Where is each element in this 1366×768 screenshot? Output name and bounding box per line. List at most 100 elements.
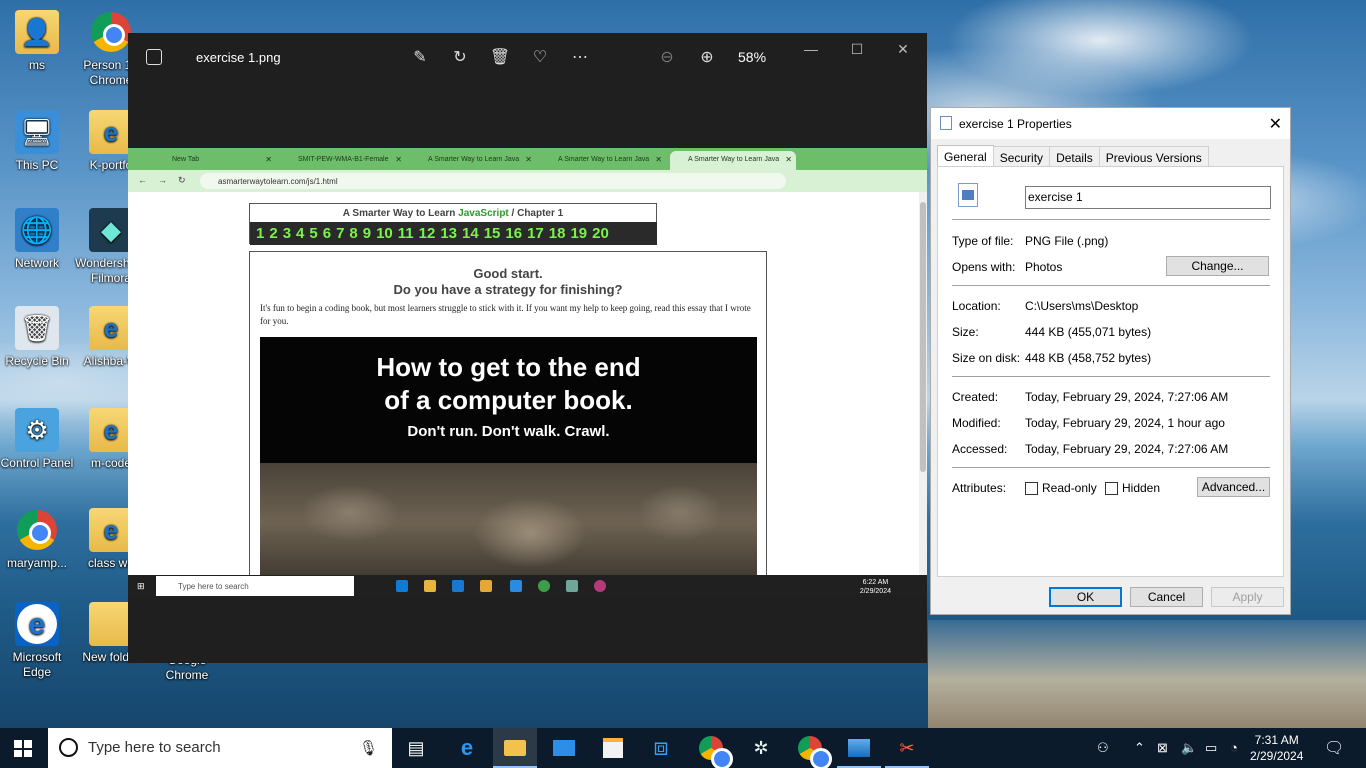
divider	[952, 219, 1270, 220]
book-title-chapter: / Chapter 1	[511, 208, 564, 219]
tab-general[interactable]: General	[937, 145, 994, 167]
hidden-label: Hidden	[1122, 481, 1161, 495]
desktop-icon-label: Control Panel	[0, 456, 74, 470]
hidden-checkbox[interactable]	[1105, 482, 1118, 495]
chatgpt-icon[interactable]: ✲	[748, 736, 774, 760]
chapter-link: 10	[376, 225, 393, 242]
edge-file-icon: e	[89, 508, 133, 552]
created-value: Today, February 29, 2024, 7:27:06 AM	[1025, 390, 1229, 404]
search-placeholder: Type here to search	[88, 739, 221, 756]
snipping-tool-icon[interactable]: ✂	[894, 736, 920, 760]
browser-address-bar: ← → ↻ asmarterwaytolearn.com/js/1.html	[128, 170, 927, 192]
desktop-icon-control-panel[interactable]: ⚙ Control Panel	[0, 408, 74, 471]
windows-icon: ⊞	[137, 581, 145, 591]
photos-titlebar: exercise 1.png ✎ ↻ 🗑 ♡ ⋯ ⊖ ⊕ 58% — ☐ ✕	[128, 33, 927, 81]
notification-icon[interactable]: 🗨	[1324, 738, 1344, 758]
desktop-icon-ms[interactable]: 👤 ms	[0, 10, 74, 73]
web-page: A Smarter Way to Learn JavaScript / Chap…	[128, 192, 927, 582]
tab-label: New Tab	[172, 156, 200, 163]
clock-time: 7:31 AM	[1254, 733, 1299, 747]
zoom-out-icon[interactable]: ⊖	[656, 47, 678, 69]
delete-icon[interactable]: 🗑	[489, 47, 511, 69]
desktop-icon-this-pc[interactable]: 🖥 This PC	[0, 110, 74, 173]
readonly-checkbox[interactable]	[1025, 482, 1038, 495]
file-icon	[940, 116, 952, 130]
start-button[interactable]	[14, 740, 32, 757]
maximize-button[interactable]: ☐	[842, 41, 872, 61]
image-canvas: New Tab ✕ SMIT-PEW-WMA-B1-Female ✕ A Smart…	[128, 148, 927, 597]
chevron-up-icon[interactable]: ⌃	[1134, 740, 1145, 756]
chrome-icon[interactable]	[698, 736, 733, 768]
apply-button[interactable]: Apply	[1211, 587, 1284, 607]
photos-icon[interactable]	[846, 736, 872, 760]
article-heading-1: Good start.	[473, 266, 543, 281]
screenshot-taskbar: ⊞ Type here to search 6:22 AM 2/29/2024	[128, 575, 927, 597]
hero-line-3: Don't run. Don't walk. Crawl.	[407, 423, 610, 440]
hero-line-1: How to get to the end	[376, 352, 641, 382]
tab-details[interactable]: Details	[1049, 146, 1100, 167]
chapter-link: 2	[269, 225, 278, 242]
chapter-link: 3	[282, 225, 292, 242]
browser-tab: SMIT-PEW-WMA-B1-Female ✕	[280, 151, 406, 170]
tab-security[interactable]: Security	[992, 146, 1051, 167]
divider	[952, 376, 1270, 377]
desktop-icon-edge[interactable]: e Microsoft Edge	[0, 602, 74, 680]
clock-date: 2/29/2024	[1250, 749, 1304, 763]
people-icon[interactable]: ⚇	[1097, 740, 1109, 756]
zoom-in-icon[interactable]: ⊕	[696, 47, 718, 69]
readonly-label: Read-only	[1042, 481, 1097, 495]
microphone-icon[interactable]: 🎙	[359, 739, 378, 757]
close-icon: ✕	[265, 155, 272, 164]
type-label: Type of file:	[952, 234, 1014, 248]
cancel-button[interactable]: Cancel	[1130, 587, 1203, 607]
tab-label: A Smarter Way to Learn Java	[688, 156, 780, 163]
chrome-shortcut-icon	[89, 10, 133, 54]
battery-icon[interactable]: ▭	[1205, 740, 1217, 756]
edge-icon[interactable]: e	[454, 735, 480, 760]
mail-icon[interactable]	[551, 736, 577, 760]
favorite-icon[interactable]: ♡	[529, 47, 551, 69]
chapter-link: 17	[527, 225, 544, 242]
file-explorer-icon[interactable]	[502, 736, 528, 760]
task-view-icon[interactable]: ▤	[403, 736, 429, 760]
store-icon[interactable]	[600, 736, 626, 760]
browser-tab: A Smarter Way to Learn Java ✕	[540, 151, 666, 170]
modified-label: Modified:	[952, 416, 1001, 430]
minimize-button[interactable]: —	[796, 41, 826, 61]
more-icon[interactable]: ⋯	[569, 47, 591, 69]
taskbar-clock[interactable]: 7:31 AM 2/29/2024	[1250, 732, 1303, 764]
desktop-icon-maryamp[interactable]: maryamp...	[0, 508, 74, 571]
chrome-profile-icon[interactable]	[797, 736, 832, 768]
taskbar-search[interactable]: Type here to search 🎙	[48, 728, 392, 768]
browser-tab-active: A Smarter Way to Learn Java ✕	[670, 151, 796, 170]
forward-icon: →	[158, 175, 167, 185]
advanced-button[interactable]: Advanced...	[1197, 477, 1270, 497]
wifi-icon[interactable]: ◔	[1230, 740, 1238, 755]
network-status-icon[interactable]: ⊠	[1157, 740, 1168, 756]
desktop-icon-label: Recycle Bin	[5, 354, 69, 368]
network-icon: 🌐	[15, 208, 59, 252]
edit-icon[interactable]: ✎	[409, 47, 431, 69]
desktop-icon-recycle-bin[interactable]: 🗑 Recycle Bin	[0, 306, 74, 369]
vscode-icon[interactable]: ⧈	[648, 734, 674, 761]
search-icon	[59, 738, 78, 757]
location-value: C:\Users\ms\Desktop	[1025, 299, 1139, 313]
crawling-people-photo	[260, 463, 757, 582]
ok-button[interactable]: OK	[1049, 587, 1122, 607]
taskbar: Type here to search 🎙 ▤ e ⧈ ✲ ✂ ⚇ ⌃ ⊠ 🔈 …	[0, 728, 1366, 768]
close-button[interactable]: ✕	[888, 41, 918, 61]
size-label: Size:	[952, 325, 979, 339]
chapter-link: 1	[256, 225, 265, 242]
file-name-field[interactable]: exercise 1	[1025, 186, 1271, 209]
tab-previous-versions[interactable]: Previous Versions	[1098, 146, 1209, 167]
rotate-icon[interactable]: ↻	[449, 47, 471, 69]
photos-window: exercise 1.png ✎ ↻ 🗑 ♡ ⋯ ⊖ ⊕ 58% — ☐ ✕ N…	[128, 33, 927, 663]
chapter-link: 18	[548, 225, 566, 242]
close-icon[interactable]: ✕	[1269, 114, 1282, 134]
edge-file-icon: e	[89, 306, 133, 350]
divider	[952, 467, 1270, 468]
volume-icon[interactable]: 🔈	[1181, 740, 1197, 756]
desktop-icon-network[interactable]: 🌐 Network	[0, 208, 74, 271]
chapter-link: 13	[440, 225, 458, 242]
change-button[interactable]: Change...	[1166, 256, 1269, 276]
